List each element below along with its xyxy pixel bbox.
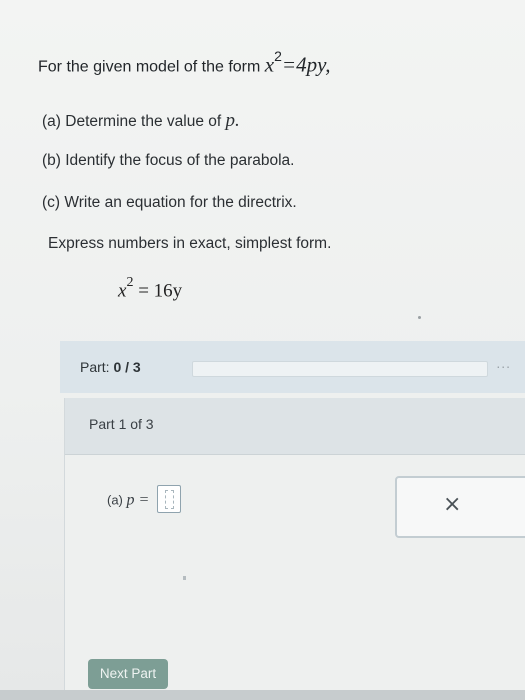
close-icon[interactable]: × xyxy=(443,492,461,517)
part-label-text: Part: xyxy=(80,359,110,375)
decorative-mark xyxy=(183,576,186,580)
answer-var: p = xyxy=(126,491,150,509)
answer-row: (a) p = xyxy=(107,485,181,515)
part-panel: Part 1 of 3 (a) p = xyxy=(64,398,525,700)
given-equation: x2 = 16y xyxy=(118,275,183,302)
decorative-dot xyxy=(418,316,421,319)
intro-text: For the given model of the form xyxy=(38,58,265,76)
part-progress-label: Part: 0 / 3 xyxy=(80,359,141,375)
next-part-button[interactable]: Next Part xyxy=(88,659,168,689)
progress-header: Part: 0 / 3 ... xyxy=(60,341,525,393)
answer-label: (a) xyxy=(107,492,123,508)
instructions: Express numbers in exact, simplest form. xyxy=(48,235,332,252)
part-a-var: p. xyxy=(225,110,240,131)
intro-model-exponent: 2 xyxy=(274,48,282,64)
equation-rhs: = 16y xyxy=(138,280,183,302)
part-a-prompt: (a) Determine the value of p. xyxy=(42,110,240,132)
page: For the given model of the form x2=4py, … xyxy=(0,0,525,700)
part-a-text: (a) Determine the value of xyxy=(42,113,226,130)
bottom-edge xyxy=(0,690,525,700)
intro-model-rhs: =4py, xyxy=(281,52,331,77)
panel-title: Part 1 of 3 xyxy=(89,416,154,432)
equation-exponent: 2 xyxy=(126,275,134,290)
input-placeholder-icon xyxy=(164,490,174,509)
part-b-prompt: (b) Identify the focus of the parabola. xyxy=(42,152,295,169)
intro-model-var: x xyxy=(264,52,275,77)
part-c-prompt: (c) Write an equation for the directrix. xyxy=(42,194,297,211)
part-count: 0 / 3 xyxy=(113,359,141,375)
panel-header: Part 1 of 3 xyxy=(65,398,525,455)
question-intro: For the given model of the form x2=4py, xyxy=(38,48,331,77)
progress-bar xyxy=(192,361,488,377)
more-options-icon[interactable]: ... xyxy=(496,355,511,371)
answer-tools-box: × xyxy=(395,476,525,538)
p-answer-input[interactable] xyxy=(156,485,181,513)
